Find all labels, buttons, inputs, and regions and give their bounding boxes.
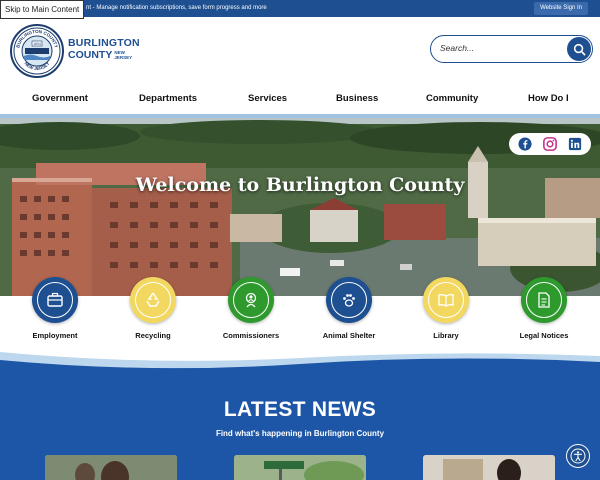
top-notification-bar: nt - Manage notification subscriptions, …	[0, 0, 600, 17]
seal-year: 1694	[33, 42, 41, 46]
logo-line-burlington: BURLINGTON	[68, 37, 140, 49]
news-photo	[45, 455, 177, 480]
document-icon	[538, 292, 550, 308]
social-media-bar	[509, 133, 591, 155]
paw-icon	[343, 294, 355, 307]
news-card[interactable]	[423, 455, 555, 480]
nav-item-community[interactable]: Community	[426, 93, 478, 104]
facebook-icon[interactable]	[518, 137, 532, 151]
briefcase-icon	[47, 292, 63, 307]
news-card[interactable]	[234, 455, 366, 480]
news-photo	[234, 455, 366, 480]
quick-link-recycling[interactable]: Recycling	[113, 277, 193, 340]
nav-item-how-do-i[interactable]: How Do I	[528, 93, 569, 104]
search-input[interactable]	[440, 43, 560, 53]
quick-link-circle	[228, 277, 274, 323]
quick-link-ring	[233, 282, 269, 318]
person-badge-icon	[245, 292, 257, 308]
quick-link-label: Employment	[32, 331, 78, 340]
quick-link-ring	[526, 282, 562, 318]
skip-to-main-content-link[interactable]: Skip to Main Content	[0, 0, 85, 19]
quick-link-circle	[32, 277, 78, 323]
news-photo	[423, 455, 555, 480]
quick-link-ring	[428, 282, 464, 318]
quick-link-circle	[423, 277, 469, 323]
quick-link-label: Library	[433, 331, 459, 340]
page: nt - Manage notification subscriptions, …	[0, 0, 600, 480]
instagram-icon[interactable]	[543, 137, 557, 151]
site-header: 1694 BURLINGTON COUNTY NEW JERSEY BURLIN…	[0, 17, 600, 85]
county-seal-logo[interactable]: 1694 BURLINGTON COUNTY NEW JERSEY	[10, 24, 64, 78]
logo-jersey: JERSEY	[114, 55, 133, 60]
quick-link-label: Commissioners	[222, 331, 280, 340]
nav-item-business[interactable]: Business	[336, 93, 378, 104]
notification-text: nt - Manage notification subscriptions, …	[86, 5, 267, 11]
hero-title: Welcome to Burlington County	[135, 174, 465, 196]
main-navigation: Government Departments Services Business…	[0, 85, 600, 115]
quick-link-library[interactable]: Library	[406, 277, 486, 340]
search-box	[430, 35, 593, 63]
nav-item-government[interactable]: Government	[32, 93, 88, 104]
news-card[interactable]	[45, 455, 177, 480]
quick-link-ring	[37, 282, 73, 318]
website-sign-in-button[interactable]: Website Sign In	[534, 2, 588, 15]
quick-link-circle	[521, 277, 567, 323]
latest-news-subtitle: Find what's happening in Burlington Coun…	[215, 429, 385, 438]
linkedin-icon[interactable]	[568, 137, 582, 151]
quick-link-commissioners[interactable]: Commissioners	[211, 277, 291, 340]
search-icon	[573, 43, 585, 55]
quick-link-legal-notices[interactable]: Legal Notices	[504, 277, 584, 340]
nav-item-services[interactable]: Services	[248, 93, 287, 104]
quick-link-label: Recycling	[135, 331, 171, 340]
quick-link-circle	[130, 277, 176, 323]
logo-line-county: COUNTY	[68, 49, 113, 61]
accessibility-button[interactable]	[566, 444, 590, 468]
quick-link-label: Legal Notices	[519, 331, 569, 340]
county-wordmark[interactable]: BURLINGTON COUNTY NEW JERSEY	[68, 37, 140, 61]
seal-graphic: 1694 BURLINGTON COUNTY NEW JERSEY	[13, 27, 61, 75]
logo-line-county-wrap: COUNTY NEW JERSEY	[68, 49, 140, 61]
quick-link-circle	[326, 277, 372, 323]
search-button[interactable]	[567, 37, 591, 61]
logo-new-jersey: NEW JERSEY	[114, 50, 132, 60]
quick-link-ring	[331, 282, 367, 318]
quick-link-animal-shelter[interactable]: Animal Shelter	[309, 277, 389, 340]
quick-link-employment[interactable]: Employment	[15, 277, 95, 340]
quick-link-ring	[135, 282, 171, 318]
section-wave-divider	[0, 352, 600, 376]
book-icon	[438, 294, 454, 307]
quick-link-label: Animal Shelter	[322, 331, 376, 340]
latest-news-heading: LATEST NEWS	[223, 398, 377, 421]
recycle-icon	[146, 292, 160, 307]
accessibility-icon	[570, 448, 586, 464]
nav-item-departments[interactable]: Departments	[139, 93, 197, 104]
